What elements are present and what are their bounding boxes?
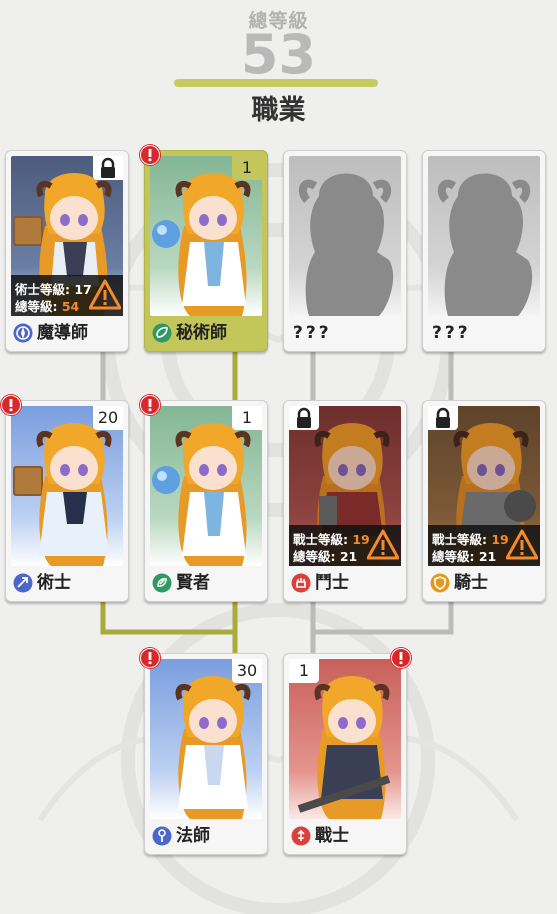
class-card-fighter[interactable]: 戰士等級: 19 總等級: 21 鬥士 xyxy=(283,400,407,602)
class-label: 賢者 xyxy=(150,571,262,595)
class-card-mage[interactable]: 30 法師 xyxy=(140,648,268,855)
unlock-requirements: 戰士等級: 19 總等級: 21 xyxy=(428,525,540,566)
portrait-arcanist xyxy=(150,156,262,316)
class-label: ??? xyxy=(428,321,540,345)
class-card-arcanist[interactable]: 1 秘術師 xyxy=(140,145,268,352)
class-label: 戰士 xyxy=(289,824,401,848)
class-level-badge: 20 xyxy=(93,406,123,430)
silhouette-image xyxy=(437,173,533,316)
class-name: ??? xyxy=(432,323,471,343)
nature-class-icon xyxy=(152,573,172,593)
class-name: 戰士 xyxy=(315,826,349,846)
class-name: 秘術師 xyxy=(176,323,227,343)
class-card-sorcerer[interactable]: 20 術士 xyxy=(1,395,129,602)
class-label: 秘術師 xyxy=(150,321,262,345)
lock-icon xyxy=(289,406,319,430)
class-label: 法師 xyxy=(150,824,262,848)
class-name: 法師 xyxy=(176,826,210,846)
character-portrait-image xyxy=(13,423,112,566)
class-card-warrior[interactable]: 1 戰士 xyxy=(283,648,411,855)
portrait-sage xyxy=(150,406,262,566)
class-name: 鬥士 xyxy=(315,573,349,593)
silhouette-image xyxy=(298,173,394,316)
portrait-unknown xyxy=(289,156,401,316)
portrait-sorcerer xyxy=(11,406,123,566)
character-portrait-image xyxy=(175,676,251,819)
class-level-badge: 1 xyxy=(232,406,262,430)
class-name: 騎士 xyxy=(454,573,488,593)
character-portrait-image xyxy=(297,676,391,819)
requirement-total-level: 總等級: 21 xyxy=(432,549,497,564)
class-label: ??? xyxy=(289,321,401,345)
fist-class-icon xyxy=(291,573,311,593)
class-name: 賢者 xyxy=(176,573,210,593)
shield-class-icon xyxy=(430,573,450,593)
character-portrait-image xyxy=(152,423,251,566)
class-card-mage-guide[interactable]: 術士等級: 17 總等級: 54 魔導師 xyxy=(5,150,129,352)
portrait-warrior xyxy=(289,659,401,819)
warning-icon xyxy=(506,529,538,560)
staff-class-icon xyxy=(152,826,172,846)
portrait-unknown xyxy=(428,156,540,316)
class-card-unknown-1[interactable]: ??? xyxy=(283,150,407,352)
class-label: 魔導師 xyxy=(11,321,123,345)
magic-class-icon xyxy=(13,323,33,343)
class-name: ??? xyxy=(293,323,332,343)
unlock-requirements: 戰士等級: 19 總等級: 21 xyxy=(289,525,401,566)
class-card-sage[interactable]: 1 賢者 xyxy=(140,395,268,602)
alert-icon xyxy=(140,648,160,668)
class-label: 騎士 xyxy=(428,571,540,595)
lock-icon xyxy=(428,406,458,430)
class-level-badge: 1 xyxy=(289,659,319,683)
class-card-unknown-2[interactable]: ??? xyxy=(422,150,546,352)
class-label: 術士 xyxy=(11,571,123,595)
requirement-total-level: 總等級: 54 xyxy=(15,299,80,314)
alert-icon xyxy=(140,395,160,415)
alert-icon xyxy=(140,145,160,165)
warning-icon xyxy=(89,279,121,310)
class-card-knight[interactable]: 戰士等級: 19 總等級: 21 騎士 xyxy=(422,400,546,602)
class-level-badge: 1 xyxy=(232,156,262,180)
portrait-mage xyxy=(150,659,262,819)
magic-class-icon xyxy=(13,573,33,593)
unlock-requirements: 術士等級: 17 總等級: 54 xyxy=(11,275,123,316)
class-level-badge: 30 xyxy=(232,659,262,683)
lock-icon xyxy=(93,156,123,180)
nature-class-icon xyxy=(152,323,172,343)
class-name: 魔導師 xyxy=(37,323,88,343)
class-label: 鬥士 xyxy=(289,571,401,595)
alert-icon xyxy=(391,648,411,668)
alert-icon xyxy=(1,395,21,415)
class-name: 術士 xyxy=(37,573,71,593)
character-portrait-image xyxy=(152,173,251,316)
requirement-total-level: 總等級: 21 xyxy=(293,549,358,564)
sword-class-icon xyxy=(291,826,311,846)
warning-icon xyxy=(367,529,399,560)
